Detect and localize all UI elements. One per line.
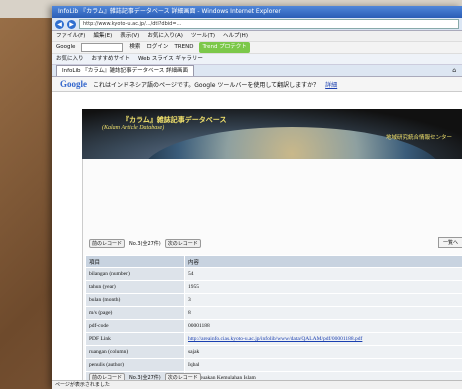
record-count: No.3(全27件) [129, 241, 161, 247]
trend-label[interactable]: TREND [174, 42, 193, 53]
table-row: penulis (author) Iqbal [85, 358, 462, 372]
field-value: 1955 [184, 280, 462, 294]
field-value: http://areainfo.cias.kyoto-u.ac.jp/infol… [184, 332, 462, 346]
menu-view[interactable]: 表示(V) [120, 31, 139, 41]
translate-message: これはインドネシア語のページです。Google ツールバーを使用して翻訳しますか… [93, 81, 320, 89]
tab-infolib[interactable]: InfoLib 『カラム』雑誌記事データベース 詳細画面 [56, 65, 195, 76]
menu-edit[interactable]: 編集(E) [93, 31, 112, 41]
browser-window: InfoLib 『カラム』雑誌記事データベース 詳細画面 - Windows I… [52, 6, 462, 389]
address-bar: ◀ ▶ http://www.kyoto-u.ac.jp/.../dtl?dbi… [52, 18, 462, 31]
search-button[interactable]: 検索 [129, 42, 140, 53]
trend-protect-button[interactable]: Trend プロテクト [199, 42, 250, 53]
header-field: 項目 [85, 255, 185, 268]
status-bar: ページが表示されました [52, 380, 462, 389]
suggested-sites-link[interactable]: おすすめサイト [92, 54, 131, 64]
field-value: Iqbal [184, 358, 462, 372]
field-value: 3 [184, 293, 462, 307]
field-value: 8 [184, 306, 462, 320]
url-field[interactable]: http://www.kyoto-u.ac.jp/.../dtl?dbid=..… [79, 19, 459, 29]
field-label: bilangan (number) [85, 267, 185, 281]
forward-button[interactable]: ▶ [67, 19, 76, 29]
field-value: 00001188 [184, 319, 462, 333]
translate-details-link[interactable]: 詳細 [325, 80, 337, 89]
field-value: sajak [184, 345, 462, 359]
pager-top: 前のレコード No.3(全27件) 次のレコード [89, 239, 201, 248]
window-title: InfoLib 『カラム』雑誌記事データベース 詳細画面 - Windows I… [52, 6, 462, 18]
banner-org: 地域研究統合情報センター [385, 135, 452, 141]
login-button[interactable]: ログイン [146, 42, 168, 53]
field-label: ruangan (column) [85, 345, 185, 359]
menu-favorites[interactable]: お気に入り(A) [147, 31, 183, 41]
google-toolbar: Google 検索 ログイン TREND Trend プロテクト [52, 42, 462, 54]
menu-file[interactable]: ファイル(F) [56, 31, 85, 41]
pdf-link[interactable]: http://areainfo.cias.kyoto-u.ac.jp/infol… [188, 336, 362, 342]
field-label: tahun (year) [85, 280, 185, 294]
site-banner: 『カラム』雑誌記事データベース (Kalam Article Database)… [82, 109, 462, 159]
table-row: ruangan (column) sajak [85, 345, 462, 359]
back-button[interactable]: ◀ [55, 19, 64, 29]
field-label: bulan (month) [85, 293, 185, 307]
field-label: m/s (page) [85, 306, 185, 320]
field-label: penulis (author) [85, 358, 185, 372]
table-row: bilangan (number) 54 [85, 267, 462, 281]
menu-tools[interactable]: ツール(T) [191, 31, 215, 41]
translate-bar: Google これはインドネシア語のページです。Google ツールバーを使用し… [52, 77, 462, 92]
menu-help[interactable]: ヘルプ(H) [223, 31, 248, 41]
table-row: bulan (month) 3 [85, 293, 462, 307]
favorites-button[interactable]: お気に入り [56, 54, 84, 64]
google-logo: Google [60, 79, 87, 89]
prev-record-button[interactable]: 前のレコード [89, 239, 126, 248]
tab-bar: InfoLib 『カラム』雑誌記事データベース 詳細画面 ⌂ [52, 65, 462, 77]
home-icon[interactable]: ⌂ [452, 66, 462, 76]
earth-graphic [142, 127, 442, 159]
google-search-input[interactable] [81, 43, 124, 52]
list-button[interactable]: 一覧へ [437, 237, 462, 248]
field-label: pdf-code [85, 319, 185, 333]
table-row: PDF Link http://areainfo.cias.kyoto-u.ac.… [85, 332, 462, 346]
header-content: 内容 [184, 255, 462, 268]
record-detail: 前のレコード No.3(全27件) 次のレコード 一覧へ 項目 内容 bilan… [82, 159, 462, 389]
favorites-bar: お気に入り おすすめサイト Web スライス ギャラリー [52, 54, 462, 65]
table-row: tahun (year) 1955 [85, 280, 462, 294]
next-record-button[interactable]: 次のレコード [164, 239, 201, 248]
banner-title: 『カラム』雑誌記事データベース [122, 116, 227, 124]
table-row: pdf-code 00001188 [85, 319, 462, 333]
web-slice-link[interactable]: Web スライス ギャラリー [138, 54, 203, 64]
field-value: 54 [184, 267, 462, 281]
page-content: 『カラム』雑誌記事データベース (Kalam Article Database)… [52, 107, 462, 389]
google-label: Google [56, 44, 76, 50]
menu-bar: ファイル(F) 編集(E) 表示(V) お気に入り(A) ツール(T) ヘルプ(… [52, 31, 462, 42]
banner-subtitle: (Kalam Article Database) [102, 125, 165, 131]
table-row: m/s (page) 8 [85, 306, 462, 320]
field-label: PDF Link [85, 332, 185, 346]
record-table: 項目 内容 bilangan (number) 54 tahun (year) 19… [85, 255, 462, 385]
